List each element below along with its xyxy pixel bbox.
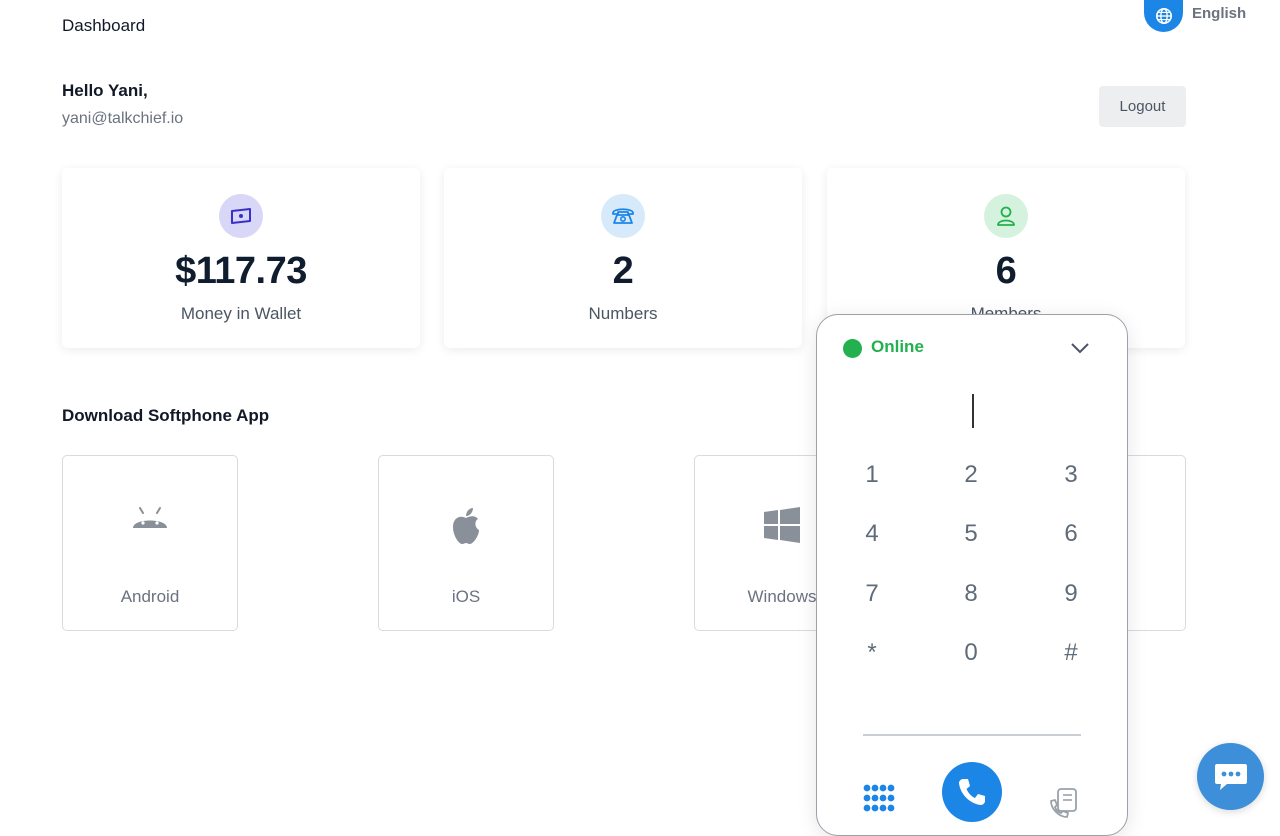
call-button[interactable] bbox=[942, 762, 1002, 822]
user-email: yani@talkchief.io bbox=[62, 110, 184, 127]
key-4[interactable]: 4 bbox=[842, 514, 902, 554]
key-2[interactable]: 2 bbox=[941, 455, 1001, 495]
key-6[interactable]: 6 bbox=[1041, 514, 1101, 554]
phone-icon bbox=[959, 779, 985, 805]
members-value: 6 bbox=[995, 250, 1017, 292]
key-9[interactable]: 9 bbox=[1041, 574, 1101, 614]
apple-icon bbox=[379, 506, 553, 546]
dialpad-icon[interactable] bbox=[862, 783, 898, 819]
wallet-value: $117.73 bbox=[175, 250, 307, 292]
android-label: Android bbox=[120, 587, 180, 606]
download-ios[interactable]: iOS bbox=[378, 455, 554, 631]
wallet-card: $117.73 Money in Wallet bbox=[62, 168, 420, 348]
numbers-value: 2 bbox=[612, 250, 634, 292]
keypad-divider bbox=[863, 734, 1081, 736]
chat-icon bbox=[1214, 763, 1247, 790]
download-android[interactable]: Android bbox=[62, 455, 238, 631]
wallet-label: Money in Wallet bbox=[180, 304, 302, 323]
key-star[interactable]: * bbox=[842, 633, 902, 673]
key-8[interactable]: 8 bbox=[941, 574, 1001, 614]
android-icon bbox=[63, 506, 237, 532]
key-0[interactable]: 0 bbox=[941, 633, 1001, 673]
greeting: Hello Yani, bbox=[62, 81, 148, 100]
chat-widget-button[interactable] bbox=[1197, 743, 1264, 810]
page-title: Dashboard bbox=[62, 16, 146, 35]
user-icon bbox=[984, 194, 1028, 238]
telephone-icon bbox=[601, 194, 645, 238]
key-hash[interactable]: # bbox=[1041, 633, 1101, 673]
chevron-down-icon[interactable] bbox=[1069, 339, 1091, 357]
wallet-icon bbox=[219, 194, 263, 238]
logout-button[interactable]: Logout bbox=[1099, 86, 1186, 127]
numbers-label: Numbers bbox=[588, 304, 658, 323]
key-7[interactable]: 7 bbox=[842, 574, 902, 614]
call-history-icon[interactable] bbox=[1048, 787, 1082, 819]
status-label[interactable]: Online bbox=[871, 337, 924, 357]
download-section-title: Download Softphone App bbox=[62, 406, 270, 425]
key-3[interactable]: 3 bbox=[1041, 455, 1101, 495]
status-dot bbox=[843, 339, 862, 358]
language-selector[interactable]: English bbox=[1144, 0, 1246, 32]
numbers-card: 2 Numbers bbox=[444, 168, 802, 348]
dial-input[interactable] bbox=[972, 394, 974, 428]
softphone-panel: Online 1 2 3 4 5 6 7 8 9 * 0 # bbox=[816, 314, 1128, 836]
globe-icon bbox=[1144, 0, 1183, 32]
ios-label: iOS bbox=[451, 587, 481, 606]
language-label: English bbox=[1192, 4, 1247, 22]
key-1[interactable]: 1 bbox=[842, 455, 902, 495]
key-5[interactable]: 5 bbox=[941, 514, 1001, 554]
